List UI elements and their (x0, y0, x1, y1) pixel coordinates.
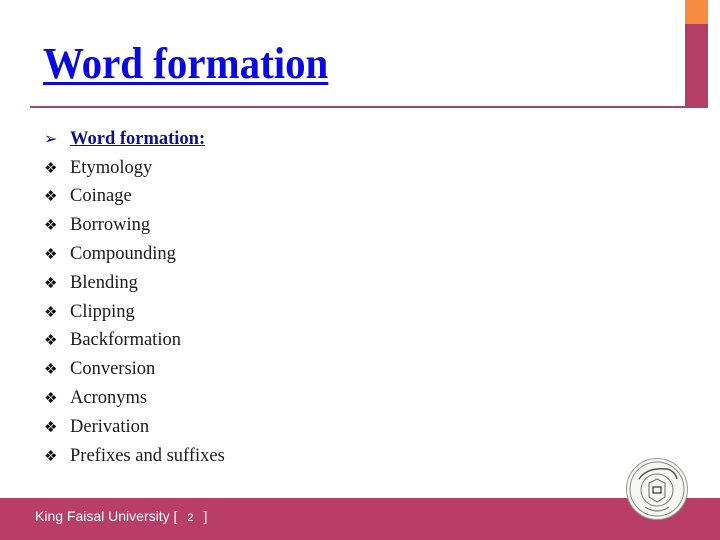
diamond-bullet-icon: ❖ (44, 304, 58, 321)
arrow-bullet-icon: ➢ (44, 131, 58, 149)
list-item: ❖ Etymology (44, 154, 225, 183)
accent-bar-orange (685, 0, 708, 24)
diamond-bullet-icon: ❖ (44, 419, 58, 436)
list-item-label: Conversion (70, 359, 156, 380)
list-item: ❖ Clipping (44, 298, 225, 327)
diamond-bullet-icon: ❖ (44, 333, 58, 350)
slide-title: Word formation (43, 39, 329, 88)
university-seal-logo (626, 458, 688, 520)
list-item: ❖ Derivation (44, 413, 225, 442)
list-item-label: Acronyms (70, 388, 148, 409)
list-item-label: Blending (70, 272, 138, 293)
bracket-open: [ (173, 508, 178, 524)
list-item: ❖ Prefixes and suffixes (44, 442, 225, 471)
list-item: ❖ Backformation (44, 327, 225, 356)
page-number: 2 (187, 512, 194, 524)
list-item-label: Derivation (70, 416, 150, 437)
footer-text: King Faisal University [2] (35, 508, 207, 524)
list-item: ❖ Conversion (44, 355, 225, 384)
list-item-label: Word formation: (70, 128, 206, 149)
seal-graphic-icon (629, 461, 685, 517)
title-divider (30, 106, 685, 108)
list-item-label: Etymology (70, 157, 153, 178)
bracket-close: ] (203, 508, 208, 524)
diamond-bullet-icon: ❖ (44, 391, 58, 408)
diamond-bullet-icon: ❖ (44, 448, 58, 465)
list-item-label: Compounding (70, 244, 176, 265)
list-item: ❖ Acronyms (44, 384, 225, 413)
accent-bar-magenta (685, 24, 708, 108)
footer-band: King Faisal University [2] (0, 498, 720, 540)
diamond-bullet-icon: ❖ (44, 218, 58, 235)
list-item: ❖ Blending (44, 269, 225, 298)
list-item: ❖ Coinage (44, 183, 225, 212)
diamond-bullet-icon: ❖ (44, 247, 58, 264)
institution-name: King Faisal University (35, 508, 170, 524)
list-item-label: Borrowing (70, 215, 151, 236)
list-item: ❖ Compounding (44, 240, 225, 269)
diamond-bullet-icon: ❖ (44, 275, 58, 292)
list-item-label: Backformation (70, 330, 181, 351)
list-item-label: Clipping (70, 301, 135, 322)
diamond-bullet-icon: ❖ (44, 160, 58, 177)
list-item-label: Prefixes and suffixes (70, 445, 225, 466)
diamond-bullet-icon: ❖ (44, 189, 58, 206)
list-item-heading: ➢ Word formation: (44, 125, 225, 154)
bullet-list: ➢ Word formation: ❖ Etymology ❖ Coinage … (44, 125, 225, 471)
list-item: ❖ Borrowing (44, 211, 225, 240)
diamond-bullet-icon: ❖ (44, 362, 58, 379)
list-item-label: Coinage (70, 186, 132, 207)
